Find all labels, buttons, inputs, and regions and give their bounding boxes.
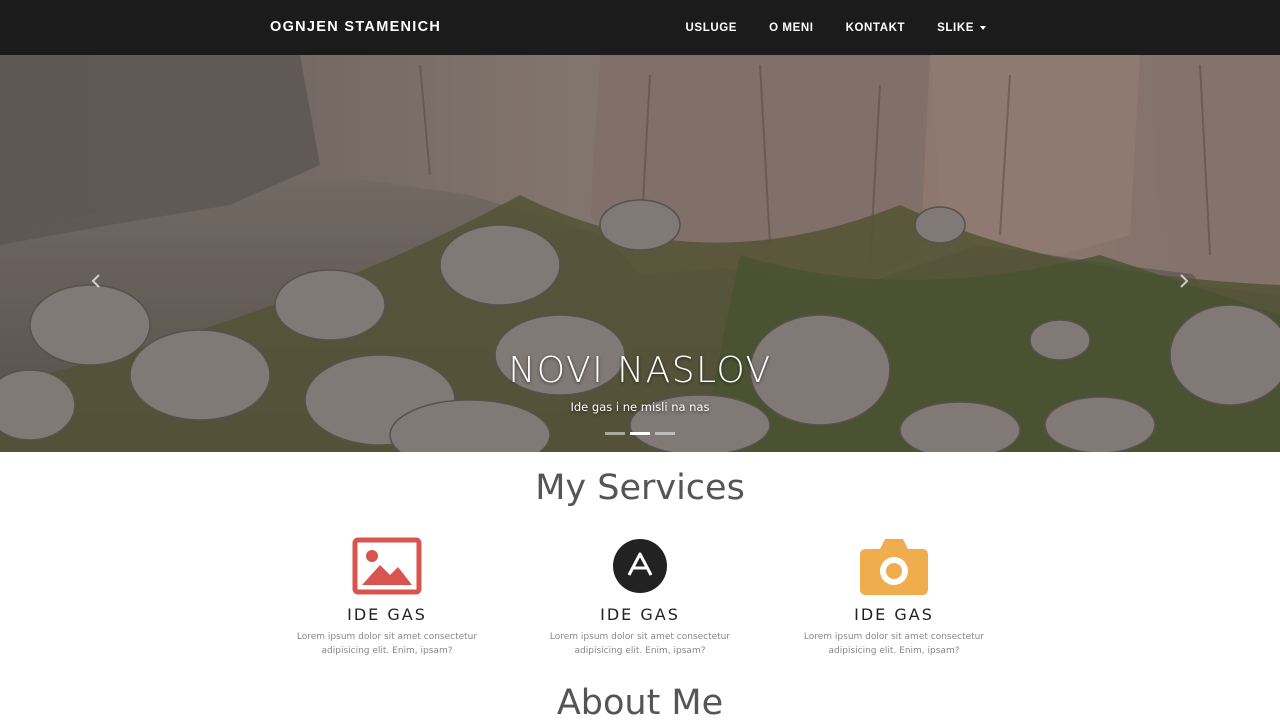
nav-item-usluge: USLUGE <box>686 22 738 34</box>
app-logo-icon <box>613 539 667 593</box>
hero-carousel: NOVI NASLOV Ide gas i ne misli na nas <box>0 55 1280 452</box>
nav-link-kontakt[interactable]: KONTAKT <box>846 22 906 34</box>
service-heading: IDE GAS <box>600 605 680 624</box>
nav-link-usluge[interactable]: USLUGE <box>686 22 738 34</box>
carousel-indicator[interactable] <box>655 432 675 435</box>
nav-item-o-meni: O MENI <box>769 22 814 34</box>
carousel-next-button[interactable] <box>1174 270 1194 292</box>
top-navbar: OGNJEN STAMENICH USLUGE O MENI KONTAKT S… <box>0 0 1280 55</box>
chevron-left-icon <box>91 274 100 288</box>
service-card: IDE GAS Lorem ipsum dolor sit amet conse… <box>540 533 740 658</box>
chevron-right-icon <box>1180 274 1189 288</box>
carousel-indicator-active[interactable] <box>630 432 650 435</box>
carousel-indicators <box>0 432 1280 435</box>
service-heading: IDE GAS <box>854 605 934 624</box>
nav-dropdown-label: SLIKE <box>937 21 974 34</box>
carousel-indicator[interactable] <box>605 432 625 435</box>
hero-subtitle: Ide gas i ne misli na nas <box>570 400 710 414</box>
service-text: Lorem ipsum dolor sit amet consectetur a… <box>296 632 478 656</box>
image-icon <box>352 537 422 595</box>
service-text: Lorem ipsum dolor sit amet consectetur a… <box>803 632 985 656</box>
nav-item-kontakt: KONTAKT <box>846 22 906 34</box>
nav-links: USLUGE O MENI KONTAKT SLIKE <box>654 0 986 55</box>
service-text: Lorem ipsum dolor sit amet consectetur a… <box>549 632 731 656</box>
about-title: About Me <box>556 683 724 720</box>
carousel-prev-button[interactable] <box>86 270 106 292</box>
nav-dropdown-slike[interactable]: SLIKE <box>937 22 986 34</box>
nav-item-slike: SLIKE <box>937 22 986 34</box>
service-card: IDE GAS Lorem ipsum dolor sit amet conse… <box>287 533 487 658</box>
services-title: My Services <box>535 468 745 508</box>
service-heading: IDE GAS <box>347 605 427 624</box>
hero-background-image <box>0 55 1280 452</box>
nav-link-o-meni[interactable]: O MENI <box>769 22 814 34</box>
camera-icon <box>860 539 928 595</box>
service-card: IDE GAS Lorem ipsum dolor sit amet conse… <box>794 533 994 658</box>
caret-down-icon <box>980 25 986 30</box>
brand-link[interactable]: OGNJEN STAMENICH <box>270 0 441 55</box>
hero-title: NOVI NASLOV <box>508 350 772 391</box>
